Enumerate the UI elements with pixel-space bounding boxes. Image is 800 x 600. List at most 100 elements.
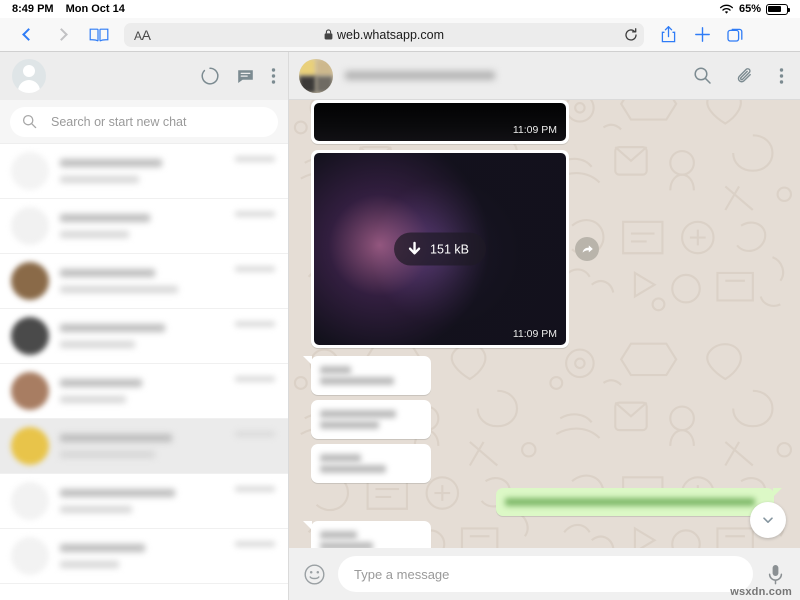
status-date: Mon Oct 14 [65,3,125,15]
chat-list-item[interactable] [0,474,288,529]
media-thumbnail[interactable]: 11:09 PM [314,103,566,141]
list-item-avatar [11,207,49,245]
new-tab-button[interactable] [686,20,718,50]
list-item-preview [60,341,136,348]
list-item-avatar [11,537,49,575]
lock-icon [324,29,333,40]
search-icon[interactable] [693,66,712,85]
avatar[interactable] [12,59,46,93]
share-icon [660,25,677,44]
book-icon [89,27,109,43]
chat-list-item[interactable] [0,144,288,199]
chat-header [289,52,800,100]
message-text-line [320,465,386,473]
list-item-text [60,324,224,348]
media-message-bubble[interactable]: 11:09 PM [311,100,569,144]
chevron-left-icon [22,28,35,41]
list-item-text [60,379,224,403]
list-item-preview [60,286,179,293]
tabs-button[interactable] [720,20,752,50]
new-chat-icon[interactable] [236,67,255,86]
list-item-text [60,544,224,568]
list-item-text [60,489,224,513]
message-input[interactable]: Type a message [338,556,753,592]
list-item-time [235,431,275,437]
scroll-to-bottom-button[interactable] [750,502,786,538]
list-item-time [235,486,275,492]
message-composer: Type a message [289,548,800,600]
sidebar: Search or start new chat [0,52,289,600]
battery-icon [766,3,790,15]
kebab-menu-icon[interactable] [271,67,276,85]
list-item-time [235,211,275,217]
bookmarks-button[interactable] [82,20,116,50]
paperclip-icon[interactable] [736,66,755,85]
list-item-name [60,269,156,277]
battery-percent: 65% [738,3,761,15]
plus-icon [694,26,711,43]
messages-scroll[interactable]: 11:09 PM 151 kB 11:09 PM [289,100,800,548]
status-time: 8:49 PM [12,3,54,15]
incoming-message-bubble[interactable] [311,400,432,439]
microphone-icon[interactable] [765,563,786,586]
chat-list-item[interactable] [0,529,288,584]
chat-list-item[interactable] [0,254,288,309]
contact-avatar[interactable] [299,58,333,93]
list-item-avatar [11,482,49,520]
media-thumbnail[interactable]: 151 kB 11:09 PM [314,153,566,345]
message-text-line [320,377,394,385]
share-button[interactable] [652,20,684,50]
chevron-down-icon [761,513,775,527]
list-item-name [60,214,151,222]
forward-button[interactable] [46,20,80,50]
ios-status-bar: 8:49 PM Mon Oct 14 65% [0,0,800,18]
forward-message-button[interactable] [575,237,599,261]
search-icon [22,114,37,129]
incoming-message-bubble[interactable] [311,444,432,483]
list-item-name [60,324,165,332]
chat-list-item[interactable] [0,309,288,364]
message-input-placeholder: Type a message [354,566,450,582]
list-item-preview [60,231,129,238]
search-bar[interactable]: Search or start new chat [0,100,288,144]
incoming-message-bubble[interactable] [302,356,432,395]
message-text-line [505,498,755,506]
reload-icon[interactable] [624,27,638,42]
outgoing-message-bubble[interactable] [496,488,782,516]
list-item-name [60,489,175,497]
browser-toolbar: AA web.whatsapp.com [0,18,800,52]
list-item-avatar [11,152,49,190]
kebab-menu-icon[interactable] [779,67,784,85]
contact-name [345,71,495,80]
download-media-button[interactable]: 151 kB [394,232,486,266]
list-item-avatar [11,262,49,300]
media-message-bubble[interactable]: 151 kB 11:09 PM [311,150,569,348]
list-item-name [60,434,172,442]
chat-list-item[interactable] [0,199,288,254]
status-circle-icon[interactable] [200,66,220,86]
list-item-avatar [11,372,49,410]
back-button[interactable] [10,20,44,50]
list-item-name [60,379,142,387]
emoji-smiley-icon[interactable] [303,563,326,586]
incoming-message-bubble[interactable] [302,521,432,548]
message-timestamp: 11:09 PM [512,124,557,136]
list-item-preview [60,506,133,513]
list-item-preview [60,176,139,183]
list-item-text [60,214,224,238]
search-input[interactable]: Search or start new chat [51,115,186,129]
text-size-button[interactable]: AA [134,27,151,43]
list-item-time [235,321,275,327]
chat-panel: 11:09 PM 151 kB 11:09 PM Type a message [289,52,800,600]
chat-list[interactable] [0,144,288,600]
chat-list-item[interactable] [0,364,288,419]
message-area[interactable]: 11:09 PM 151 kB 11:09 PM [289,100,800,548]
list-item-text [60,159,224,183]
whatsapp-web-app: Search or start new chat 11:09 PM 151 kB… [0,52,800,600]
list-item-preview [60,561,120,568]
chat-list-item[interactable] [0,419,288,474]
message-timestamp: 11:09 PM [512,328,557,340]
list-item-text [60,434,224,458]
list-item-time [235,541,275,547]
address-bar[interactable]: AA web.whatsapp.com [124,22,644,47]
